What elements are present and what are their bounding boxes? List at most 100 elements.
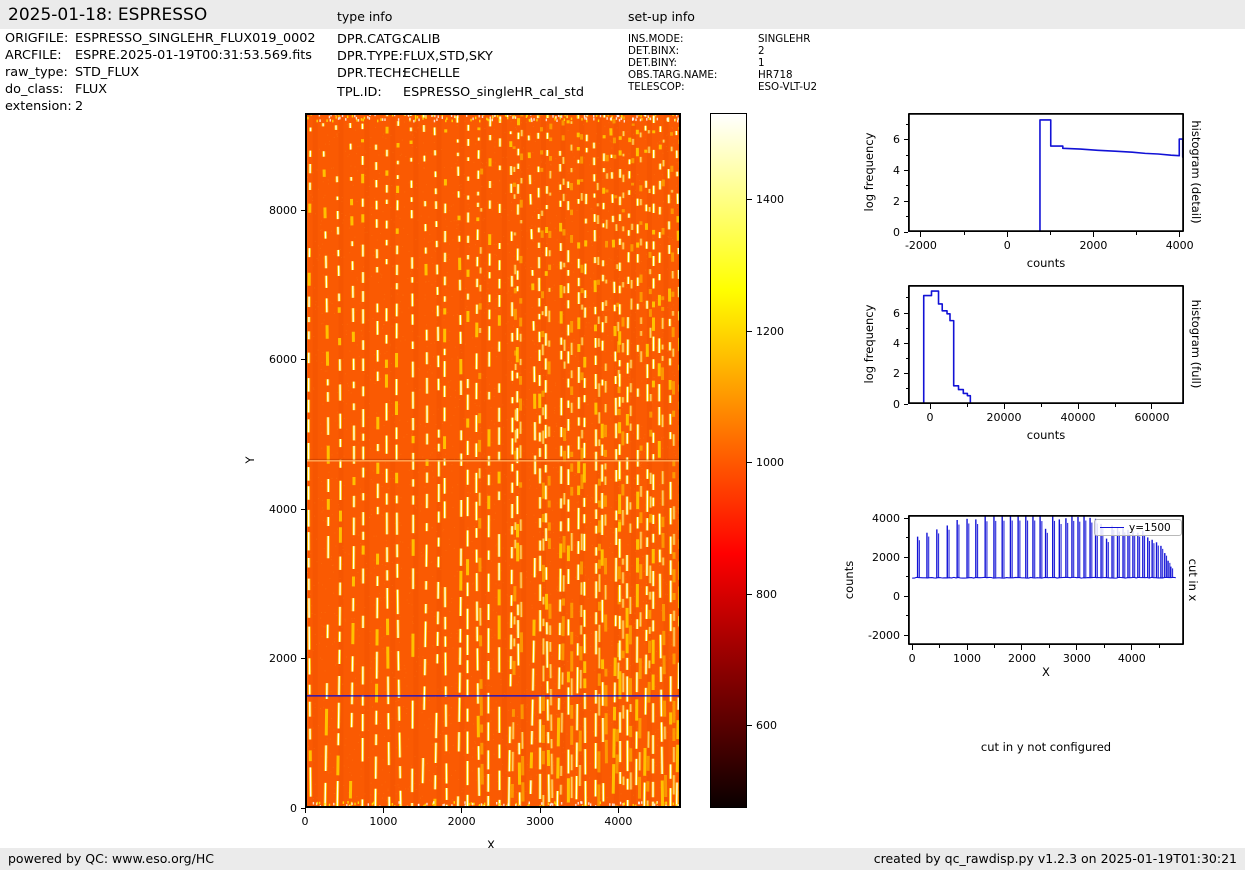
tick-mark <box>300 359 305 361</box>
tick-label: -2000 <box>868 629 900 642</box>
tick-label: 20000 <box>986 411 1022 424</box>
tick-mark <box>1021 645 1023 650</box>
tick-mark <box>1049 232 1051 235</box>
tick-label: 1000 <box>756 456 784 470</box>
tick-label: 1000 <box>953 652 982 665</box>
tick-mark <box>903 312 908 314</box>
tick-mark <box>905 216 908 218</box>
cut-legend: y=1500 <box>1094 519 1182 536</box>
tick-mark <box>617 808 619 813</box>
tick-mark <box>1092 232 1094 237</box>
figure-area: Y X log frequency counts histogram (deta… <box>0 0 1245 870</box>
raw-image-canvas <box>305 113 681 808</box>
hist-detail-side-label: histogram (detail) <box>1189 120 1203 224</box>
tick-mark <box>966 645 968 650</box>
tick-mark <box>1103 645 1105 648</box>
tick-mark <box>300 508 305 510</box>
tick-mark <box>1003 404 1005 409</box>
tick-label: 2000 <box>269 652 297 666</box>
tick-mark <box>1151 404 1153 409</box>
tick-mark <box>905 576 908 578</box>
tick-label: 2000 <box>447 815 476 828</box>
tick-mark <box>903 403 908 405</box>
cut-x-axis-label: X <box>1042 665 1050 679</box>
tick-mark <box>903 342 908 344</box>
tick-label: 1200 <box>756 324 784 338</box>
tick-mark <box>1136 232 1138 235</box>
tick-label: 4000 <box>1165 239 1194 252</box>
tick-mark <box>1076 645 1078 650</box>
tick-label: 600 <box>756 719 777 733</box>
tick-label: 8000 <box>269 203 297 217</box>
tick-mark <box>461 808 463 813</box>
tick-mark <box>304 808 306 813</box>
tick-mark <box>1077 404 1079 409</box>
tick-mark <box>747 199 752 201</box>
tick-label: 0 <box>290 801 297 815</box>
tick-mark <box>300 658 305 660</box>
tick-mark <box>903 517 908 519</box>
tick-mark <box>1158 645 1160 648</box>
tick-label: 2000 <box>872 550 900 564</box>
tick-mark <box>905 615 908 617</box>
tick-label: 4000 <box>269 502 297 516</box>
tick-mark <box>905 185 908 187</box>
tick-mark <box>905 124 908 126</box>
legend-line-sample <box>1100 527 1124 528</box>
raw-y-axis-label: Y <box>243 456 257 464</box>
tick-label: 4 <box>893 336 900 350</box>
tick-mark <box>929 404 931 409</box>
tick-label: -2000 <box>904 239 937 252</box>
tick-label: 800 <box>756 587 777 601</box>
footer-right-text: created by qc_rawdisp.py v1.2.3 on 2025-… <box>873 851 1237 866</box>
footer-left-text: powered by QC: www.eso.org/HC <box>8 851 214 866</box>
tick-mark <box>920 232 922 237</box>
tick-mark <box>903 635 908 636</box>
tick-label: 0 <box>1003 239 1011 252</box>
tick-mark <box>1040 404 1042 407</box>
histogram-full-canvas <box>908 285 1184 404</box>
tick-mark <box>1006 232 1008 237</box>
tick-mark <box>903 170 908 172</box>
tick-mark <box>382 808 384 813</box>
tick-mark <box>903 373 908 375</box>
tick-mark <box>994 645 995 648</box>
tick-label: 1000 <box>369 815 398 828</box>
tick-mark <box>903 200 908 202</box>
tick-label: 4000 <box>1117 652 1146 665</box>
tick-label: 0 <box>301 815 309 828</box>
tick-mark <box>903 595 908 597</box>
hist-detail-x-label: counts <box>1026 256 1066 270</box>
tick-mark <box>903 231 908 233</box>
tick-mark <box>747 725 752 727</box>
tick-mark <box>905 154 908 156</box>
tick-label: 4000 <box>604 815 633 828</box>
tick-mark <box>747 330 752 332</box>
tick-label: 2 <box>893 194 900 208</box>
cut-side-label: cut in x <box>1186 558 1200 602</box>
tick-label: 4000 <box>872 511 900 525</box>
tick-label: 0 <box>893 589 900 603</box>
tick-mark <box>905 358 908 360</box>
tick-label: 6000 <box>269 353 297 367</box>
tick-label: 60000 <box>1134 411 1170 424</box>
tick-mark <box>300 209 305 211</box>
tick-mark <box>1048 645 1050 648</box>
tick-label: 0 <box>926 411 934 424</box>
tick-label: 0 <box>893 397 900 411</box>
hist-full-x-label: counts <box>1026 428 1066 442</box>
tick-mark <box>300 807 305 809</box>
tick-mark <box>939 645 941 648</box>
tick-mark <box>903 139 908 141</box>
tick-mark <box>905 297 908 299</box>
tick-label: 2 <box>893 367 900 381</box>
tick-mark <box>1131 645 1133 650</box>
tick-label: 0 <box>893 225 900 239</box>
colorbar <box>710 113 747 808</box>
tick-mark <box>963 232 965 235</box>
qc-report-page: 2025-01-18: ESPRESSO type info set-up in… <box>0 0 1245 870</box>
tick-mark <box>747 462 752 464</box>
tick-label: 2000 <box>1079 239 1108 252</box>
tick-mark <box>747 593 752 595</box>
hist-full-side-label: histogram (full) <box>1189 299 1203 389</box>
